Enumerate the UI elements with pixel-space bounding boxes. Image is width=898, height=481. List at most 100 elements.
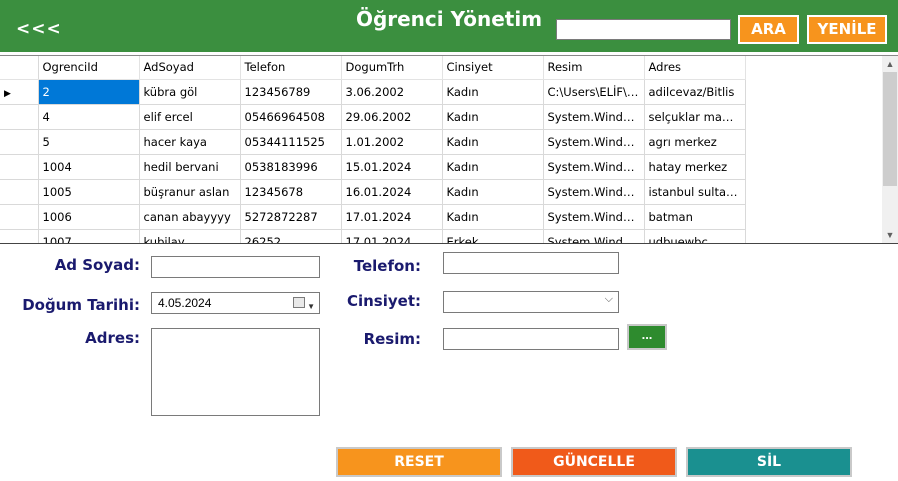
table-cell[interactable]: 2: [38, 79, 140, 105]
table-cell[interactable]: elif ercel: [139, 104, 241, 130]
table-cell[interactable]: Kadın: [442, 154, 544, 180]
row-header[interactable]: [0, 104, 39, 130]
table-cell[interactable]: udbuewbc: [644, 229, 746, 243]
update-button[interactable]: GÜNCELLE: [511, 447, 677, 477]
table-cell[interactable]: 4: [38, 104, 140, 130]
table-cell[interactable]: 16.01.2024: [341, 179, 443, 205]
table-cell[interactable]: C:\Users\ELİF\D...: [543, 79, 645, 105]
row-header[interactable]: [0, 204, 39, 230]
table-cell[interactable]: 1005: [38, 179, 140, 205]
refresh-button[interactable]: YENİLE: [807, 15, 887, 44]
search-button[interactable]: ARA: [738, 15, 799, 44]
table-cell[interactable]: istanbul sultan...: [644, 179, 746, 205]
column-header-cinsiyet[interactable]: Cinsiyet: [442, 56, 544, 80]
table-cell[interactable]: 26252: [240, 229, 342, 243]
table-cell[interactable]: 17.01.2024: [341, 229, 443, 244]
students-grid[interactable]: OgrenciId AdSoyad Telefon DogumTrh Cinsi…: [0, 55, 898, 244]
table-row[interactable]: ▶ 2 kübra göl 123456789 3.06.2002 Kadın C:\Use…: [0, 79, 746, 105]
cell-text: Kadın: [446, 184, 479, 199]
table-cell[interactable]: hacer kaya: [139, 129, 241, 155]
table-cell[interactable]: 0538183996: [240, 154, 342, 180]
column-header-telefon[interactable]: Telefon: [240, 56, 342, 80]
table-cell[interactable]: System.Windo...: [543, 154, 645, 180]
reset-button[interactable]: RESET: [336, 447, 502, 477]
row-header[interactable]: [0, 229, 39, 243]
table-cell[interactable]: System.Windo...: [543, 229, 645, 243]
table-cell[interactable]: büşranur aslan: [139, 179, 241, 205]
table-cell[interactable]: 1004: [38, 154, 140, 180]
scroll-up-arrow-icon[interactable]: ▲: [882, 56, 898, 72]
cell-text: 17.01.2024: [345, 234, 412, 244]
table-cell[interactable]: hatay merkez: [644, 154, 746, 180]
column-header-dogumtrh[interactable]: DogumTrh: [341, 56, 443, 80]
adsoyad-input[interactable]: [151, 256, 320, 278]
column-header-resim[interactable]: Resim: [543, 56, 645, 80]
table-cell[interactable]: Erkek: [442, 229, 544, 243]
cell-text: 1006: [42, 209, 72, 224]
cinsiyet-select[interactable]: ⌵: [443, 291, 619, 313]
delete-button[interactable]: SİL: [686, 447, 852, 477]
table-cell[interactable]: 1.01.2002: [341, 129, 443, 155]
table-cell[interactable]: kübra göl: [139, 79, 241, 105]
table-cell[interactable]: 12345678: [240, 179, 342, 205]
table-cell[interactable]: canan abayyyy: [139, 204, 241, 230]
grid-vertical-scrollbar[interactable]: ▲ ▼: [882, 56, 898, 243]
row-header[interactable]: [0, 129, 39, 155]
table-cell[interactable]: adilcevaz/Bitlis: [644, 79, 746, 105]
cell-text: 2: [42, 84, 50, 99]
table-row[interactable]: 5 hacer kaya 05344111525 1.01.2002 Kadın Syst…: [0, 129, 746, 155]
table-row[interactable]: 1006 canan abayyyy 5272872287 17.01.2024 Kad…: [0, 204, 746, 230]
table-cell[interactable]: System.Windo...: [543, 204, 645, 230]
table-cell[interactable]: 123456789: [240, 79, 342, 105]
column-header-adres[interactable]: Adres: [644, 56, 746, 80]
table-cell[interactable]: System.Windo...: [543, 179, 645, 205]
table-row[interactable]: 4 elif ercel 05466964508 29.06.2002 Kadın Sys…: [0, 104, 746, 130]
telefon-input[interactable]: [443, 252, 619, 274]
row-header[interactable]: ▶: [0, 79, 39, 105]
cell-text: Kadın: [446, 84, 479, 99]
table-cell[interactable]: 05466964508: [240, 104, 342, 130]
table-cell[interactable]: 29.06.2002: [341, 104, 443, 130]
table-row[interactable]: 1007 kubilay 26252 17.01.2024 Erkek System.Wi…: [0, 229, 746, 244]
table-cell[interactable]: kubilay: [139, 229, 241, 243]
table-cell[interactable]: batman: [644, 204, 746, 230]
table-cell[interactable]: 5272872287: [240, 204, 342, 230]
table-cell[interactable]: 17.01.2024: [341, 204, 443, 230]
chevron-down-icon[interactable]: ⌵: [605, 293, 613, 306]
table-cell[interactable]: Kadın: [442, 104, 544, 130]
row-header[interactable]: [0, 179, 39, 205]
table-cell[interactable]: 15.01.2024: [341, 154, 443, 180]
table-cell[interactable]: System.Windo...: [543, 104, 645, 130]
table-cell[interactable]: 5: [38, 129, 140, 155]
scroll-thumb[interactable]: [883, 72, 897, 186]
table-cell[interactable]: 1007: [38, 229, 140, 243]
cell-text: 15.01.2024: [345, 159, 412, 174]
browse-image-button[interactable]: ...: [627, 324, 667, 350]
chevron-down-icon[interactable]: ▼: [307, 297, 315, 317]
resim-path-input[interactable]: [443, 328, 619, 350]
table-cell[interactable]: Kadın: [442, 179, 544, 205]
table-cell[interactable]: Kadın: [442, 79, 544, 105]
calendar-icon[interactable]: [293, 297, 305, 308]
adres-textarea[interactable]: [151, 328, 320, 416]
table-cell[interactable]: System.Windo...: [543, 129, 645, 155]
column-header-ogrenciid[interactable]: OgrenciId: [38, 56, 140, 80]
students-table: OgrenciId AdSoyad Telefon DogumTrh Cinsi…: [0, 56, 746, 244]
table-cell[interactable]: agrı merkez: [644, 129, 746, 155]
table-cell[interactable]: Kadın: [442, 129, 544, 155]
table-cell[interactable]: 3.06.2002: [341, 79, 443, 105]
table-cell[interactable]: 1006: [38, 204, 140, 230]
table-cell[interactable]: hedil bervani: [139, 154, 241, 180]
table-cell[interactable]: 05344111525: [240, 129, 342, 155]
table-cell[interactable]: selçuklar mahal...: [644, 104, 746, 130]
row-header[interactable]: [0, 154, 39, 180]
search-input[interactable]: [556, 19, 731, 40]
cell-text: Kadın: [446, 209, 479, 224]
dogum-tarihi-picker[interactable]: 4.05.2024 ▼: [151, 292, 320, 314]
scroll-down-arrow-icon[interactable]: ▼: [882, 227, 898, 243]
table-cell[interactable]: Kadın: [442, 204, 544, 230]
table-row[interactable]: 1005 büşranur aslan 12345678 16.01.2024 Kadı…: [0, 179, 746, 205]
cell-text: System.Windo...: [547, 159, 640, 174]
table-row[interactable]: 1004 hedil bervani 0538183996 15.01.2024 Kad…: [0, 154, 746, 180]
column-header-adsoyad[interactable]: AdSoyad: [139, 56, 241, 80]
